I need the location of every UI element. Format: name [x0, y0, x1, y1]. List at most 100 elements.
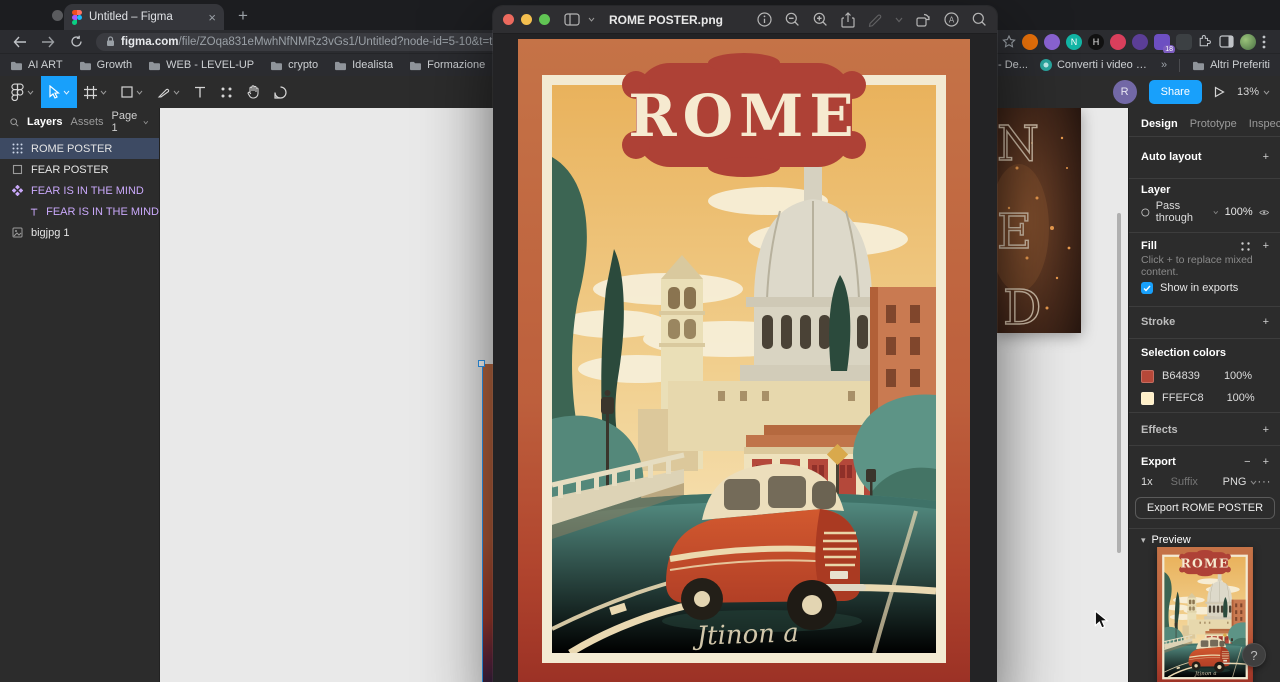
bookmark-item[interactable]: Growth	[79, 59, 132, 71]
blend-mode-icon[interactable]	[1141, 207, 1150, 218]
tab-close-icon[interactable]: ×	[208, 11, 216, 24]
add-effect-icon[interactable]: +	[1263, 424, 1269, 436]
password-key-icon[interactable]	[1110, 33, 1126, 50]
zoom-level-control[interactable]: 13%	[1237, 86, 1270, 98]
extension-icon[interactable]: N	[1066, 33, 1082, 50]
eye-visible-icon[interactable]	[1259, 208, 1269, 217]
extensions-puzzle-icon[interactable]	[1198, 34, 1213, 49]
layer-row-fear-poster[interactable]: FEAR POSTER	[0, 159, 159, 180]
extension-icon[interactable]	[1044, 33, 1060, 50]
zoom-in-icon[interactable]	[813, 12, 828, 27]
bookmark-item[interactable]: Idealista	[334, 59, 393, 71]
chevron-down-icon[interactable]	[588, 17, 595, 22]
export-scale[interactable]: 1x	[1141, 476, 1153, 488]
markup-pen-icon[interactable]	[868, 13, 882, 27]
export-more-icon[interactable]: ···	[1257, 476, 1271, 488]
extension-icon[interactable]	[1176, 33, 1192, 50]
checkbox-checked-icon[interactable]	[1141, 282, 1153, 294]
comment-tool-button[interactable]	[267, 76, 294, 108]
bookmark-item[interactable]: Converti i video di...	[1039, 59, 1149, 71]
close-button[interactable]	[503, 14, 514, 25]
reload-icon[interactable]	[64, 35, 88, 48]
preview-section-header[interactable]: ▾ Preview	[1129, 532, 1280, 548]
extension-icon[interactable]	[1022, 33, 1038, 50]
pen-tool-button[interactable]	[150, 76, 187, 108]
remove-export-icon[interactable]: −	[1244, 456, 1250, 468]
info-icon[interactable]	[757, 12, 772, 27]
browser-menu-icon[interactable]	[1262, 35, 1266, 49]
preview-window-controls[interactable]	[503, 14, 550, 25]
text-tool-button[interactable]	[187, 76, 213, 108]
chevron-down-icon[interactable]	[895, 17, 903, 23]
color-swatch[interactable]	[1141, 369, 1154, 383]
back-icon[interactable]	[8, 36, 32, 48]
selection-handle[interactable]	[478, 360, 485, 367]
color-opacity[interactable]: 100%	[1227, 392, 1255, 404]
add-auto-layout-icon[interactable]: +	[1263, 151, 1269, 163]
zoom-button[interactable]	[539, 14, 550, 25]
canvas-scrollbar[interactable]	[1117, 213, 1121, 553]
frame-tool-button[interactable]	[77, 76, 114, 108]
profile-avatar[interactable]	[1240, 33, 1256, 50]
share-icon[interactable]	[841, 11, 855, 28]
resources-tool-button[interactable]	[213, 76, 240, 108]
fear-poster-canvas-object[interactable]: NED	[997, 108, 1081, 333]
minimize-button[interactable]	[521, 14, 532, 25]
preview-titlebar[interactable]: ROME POSTER.png A	[493, 6, 997, 34]
bookmark-star-icon[interactable]	[1002, 34, 1016, 49]
bookmark-item[interactable]: Formazione	[409, 59, 485, 71]
color-hex[interactable]: FFEFC8	[1162, 392, 1204, 404]
selection-color-row[interactable]: FFEFC8 100%	[1129, 389, 1280, 407]
bookmark-item[interactable]: crypto	[270, 59, 318, 71]
extension-icon[interactable]: 18	[1154, 33, 1175, 54]
export-format-select[interactable]: PNG	[1223, 476, 1258, 488]
layer-row-fear-text[interactable]: FEAR IS IN THE MIND	[0, 201, 159, 222]
selection-color-row[interactable]: B64839 100%	[1129, 367, 1280, 385]
color-opacity[interactable]: 100%	[1224, 370, 1252, 382]
tab-design[interactable]: Design	[1141, 118, 1178, 130]
help-button[interactable]: ?	[1242, 643, 1266, 667]
show-in-exports-row[interactable]: Show in exports	[1129, 279, 1280, 297]
rotate-icon[interactable]	[916, 13, 931, 27]
side-panel-icon[interactable]	[1219, 35, 1234, 48]
search-icon[interactable]	[10, 117, 19, 128]
hand-tool-button[interactable]	[240, 76, 267, 108]
bookmark-item[interactable]: WEB - LEVEL-UP	[148, 59, 254, 71]
export-rome-poster-button[interactable]: Export ROME POSTER	[1135, 497, 1275, 519]
page-selector[interactable]: Page 1	[112, 110, 150, 134]
styles-icon[interactable]	[1240, 241, 1251, 252]
new-tab-button[interactable]: +	[232, 6, 254, 26]
tab-assets[interactable]: Assets	[70, 116, 103, 128]
add-stroke-icon[interactable]: +	[1263, 316, 1269, 328]
browser-tab[interactable]: Untitled – Figma ×	[64, 4, 224, 30]
add-export-icon[interactable]: +	[1263, 456, 1269, 468]
move-tool-button[interactable]	[41, 76, 77, 108]
layer-row-fear-component[interactable]: FEAR IS IN THE MIND	[0, 180, 159, 201]
layer-row-bigjpg[interactable]: bigjpg 1	[0, 222, 159, 243]
main-menu-button[interactable]	[4, 76, 41, 108]
present-play-icon[interactable]	[1214, 86, 1225, 98]
extension-icon[interactable]	[1132, 33, 1148, 50]
bookmark-item[interactable]: AI ART	[10, 59, 63, 71]
user-avatar[interactable]: R	[1112, 80, 1137, 104]
preview-window[interactable]: ROME POSTER.png A	[493, 6, 997, 682]
share-button[interactable]: Share	[1148, 80, 1202, 104]
tab-prototype[interactable]: Prototype	[1190, 118, 1237, 130]
annotate-icon[interactable]: A	[944, 12, 959, 27]
bookmark-item[interactable]: - De...	[998, 59, 1028, 71]
shape-tool-button[interactable]	[114, 76, 150, 108]
window-close-button[interactable]	[52, 10, 63, 21]
blend-mode-value[interactable]: Pass through	[1156, 200, 1207, 224]
bookmarks-overflow-icon[interactable]: »	[1161, 59, 1167, 71]
add-fill-icon[interactable]: +	[1263, 240, 1269, 252]
color-swatch[interactable]	[1141, 391, 1154, 405]
forward-icon[interactable]	[36, 36, 60, 48]
tab-layers[interactable]: Layers	[27, 116, 62, 128]
tab-inspect[interactable]: Inspect	[1249, 118, 1280, 130]
layer-opacity-value[interactable]: 100%	[1225, 206, 1253, 218]
export-suffix-input[interactable]	[1170, 476, 1215, 488]
extension-icon[interactable]: H	[1088, 33, 1104, 50]
zoom-out-icon[interactable]	[785, 12, 800, 27]
search-icon[interactable]	[972, 12, 987, 27]
color-hex[interactable]: B64839	[1162, 370, 1200, 382]
